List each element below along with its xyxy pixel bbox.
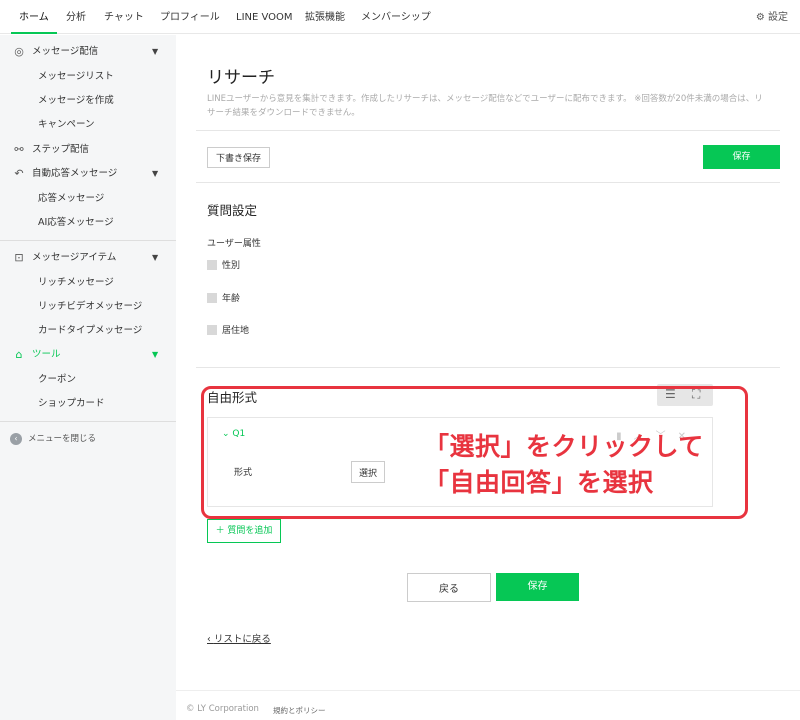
divider [196,182,780,183]
copyright: © LY Corporation [186,704,259,714]
sidebar-item-shop-card[interactable]: ショップカード [0,392,176,416]
sidebar-divider [0,240,176,241]
checkbox-box [207,292,217,303]
sidebar-item-step-delivery[interactable]: ⚯ ステップ配信 [0,138,176,162]
sidebar-item-campaign[interactable]: キャンペーン [0,113,176,137]
sidebar-item-label: キャンペーン [38,119,95,130]
footer: © LY Corporation 規約とポリシー [176,690,800,720]
sidebar-item-label: ステップ配信 [32,144,90,155]
close-menu-label: メニューを閉じる [28,434,97,444]
caret-down-icon: ▼ [152,350,159,359]
main-content: リサーチ LINEユーザーから意見を集計できます。作成したリサーチは、メッセージ… [176,35,800,720]
sidebar-item-label: AI応答メッセージ [38,217,114,228]
back-to-list-label: リストに戻る [213,634,271,645]
sidebar: ◎ メッセージ配信 ▼ メッセージリスト メッセージを作成 キャンペーン ⚯ ス… [0,35,176,720]
sidebar-item-message-items[interactable]: ⊡ メッセージアイテム ▼ [0,246,176,270]
checkbox-label: 居住地 [222,326,250,336]
sidebar-item-tools[interactable]: ⌂ ツール ▼ [0,343,176,367]
sidebar-item-label: ショップカード [38,398,105,409]
settings-label: 設定 [768,12,788,23]
sidebar-item-label: 自動応答メッセージ [32,168,118,179]
sidebar-item-label: メッセージアイテム [32,252,117,263]
message-item-icon: ⊡ [14,251,24,264]
top-nav: ホーム 分析 チャット プロフィール LINE VOOM 拡張機能 メンバーシッ… [0,0,800,34]
gear-icon: ⚙ [755,12,765,23]
tab-profile[interactable]: プロフィール [160,0,220,34]
tab-analytics[interactable]: 分析 [66,0,86,34]
sidebar-item-label: カードタイプメッセージ [38,325,143,336]
sidebar-item-label: メッセージを作成 [38,95,114,106]
policy-link[interactable]: 規約とポリシー [273,705,326,716]
chevron-left-icon: ‹ [207,634,214,645]
sidebar-item-coupon[interactable]: クーポン [0,368,176,392]
sidebar-item-auto-reply[interactable]: ↶ 自動応答メッセージ ▼ [0,162,176,186]
caret-down-icon: ▼ [152,253,159,262]
tab-membership[interactable]: メンバーシップ [361,0,431,34]
sidebar-item-label: リッチメッセージ [38,277,114,288]
sidebar-item-label: メッセージリスト [38,71,114,82]
save-button-top[interactable]: 保存 [703,145,780,169]
sidebar-item-label: メッセージ配信 [32,46,99,57]
sidebar-item-label: 応答メッセージ [38,193,105,204]
draft-save-button[interactable]: 下書き保存 [207,147,270,168]
sidebar-divider [0,421,176,422]
reply-icon: ↶ [14,167,24,180]
tab-home[interactable]: ホーム [11,0,57,34]
sidebar-item-reply-message[interactable]: 応答メッセージ [0,187,176,211]
sidebar-item-message-list[interactable]: メッセージリスト [0,65,176,89]
caret-down-icon: ▼ [152,47,159,56]
save-button-bottom[interactable]: 保存 [496,573,579,601]
checkbox-label: 年齢 [222,294,241,304]
section-title-question-settings: 質問設定 [207,203,258,218]
tab-extensions[interactable]: 拡張機能 [305,0,345,34]
checkbox-gender[interactable]: 性別 [207,259,240,273]
store-icon: ⌂ [15,348,23,361]
tab-chat[interactable]: チャット [104,0,144,34]
settings-link[interactable]: ⚙ 設定 [756,0,788,34]
checkbox-residence[interactable]: 居住地 [207,324,249,338]
sidebar-item-rich-message[interactable]: リッチメッセージ [0,271,176,295]
sidebar-item-rich-video[interactable]: リッチビデオメッセージ [0,295,176,319]
sidebar-item-label: ツール [32,349,61,360]
caret-down-icon: ▼ [152,169,159,178]
sidebar-item-label: リッチビデオメッセージ [38,301,143,312]
checkbox-label: 性別 [222,261,241,271]
add-question-button[interactable]: ＋ 質問を追加 [207,519,281,543]
back-to-list-link[interactable]: ‹ リストに戻る [207,631,271,645]
broadcast-icon: ◎ [14,45,24,58]
sidebar-item-ai-reply[interactable]: AI応答メッセージ [0,211,176,235]
sidebar-item-create-message[interactable]: メッセージを作成 [0,89,176,113]
close-menu-button[interactable]: ‹ メニューを閉じる [10,431,96,447]
back-button[interactable]: 戻る [407,573,491,602]
checkbox-box [207,324,217,335]
user-attributes-label: ユーザー属性 [207,239,261,249]
annotation-line-1: 「選択」をクリックして [424,432,704,461]
sidebar-item-label: クーポン [38,374,77,385]
divider [196,367,780,368]
page-description: LINEユーザーから意見を集計できます。作成したリサーチは、メッセージ配信などで… [207,94,763,118]
annotation-callout: 「選択」をクリックして 「自由回答」を選択 [424,429,704,501]
sidebar-item-card-message[interactable]: カードタイプメッセージ [0,319,176,343]
tab-line-voom[interactable]: LINE VOOM [236,0,293,34]
annotation-line-2: 「自由回答」を選択 [424,468,654,497]
step-icon: ⚯ [14,143,24,156]
checkbox-age[interactable]: 年齢 [207,292,240,306]
checkbox-box [207,259,217,270]
divider [196,130,780,131]
page-title: リサーチ [207,68,275,88]
chevron-left-icon: ‹ [10,432,22,445]
sidebar-item-message-broadcast[interactable]: ◎ メッセージ配信 ▼ [0,40,176,64]
